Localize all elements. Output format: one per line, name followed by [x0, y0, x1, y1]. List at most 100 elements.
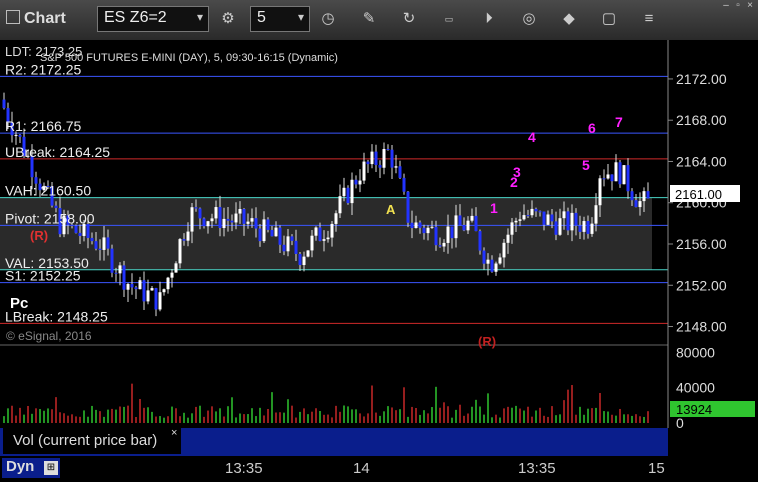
marker-label: 7: [615, 114, 623, 130]
refresh-icon[interactable]: ↻: [396, 6, 422, 32]
candle-body: [258, 228, 262, 242]
volume-study-label[interactable]: Vol (current price bar): [3, 428, 181, 454]
diamond-icon[interactable]: ◆: [556, 6, 582, 32]
candle-body: [638, 201, 642, 208]
candle-body: [614, 162, 618, 182]
candle-body: [186, 231, 190, 241]
candle-body: [450, 226, 454, 239]
dynamic-label: Dyn: [6, 458, 35, 475]
volume-tick-label: 0: [676, 415, 684, 431]
comment-icon[interactable]: ▢: [596, 6, 622, 32]
level-label: VAH: 2160.50: [5, 183, 91, 199]
close-icon[interactable]: ×: [744, 1, 756, 11]
candle-body: [210, 218, 214, 222]
value-area-band: [0, 197, 652, 270]
candle-body: [482, 250, 486, 264]
candle-body: [282, 244, 286, 252]
candle-body: [150, 288, 154, 291]
candle-body: [610, 174, 614, 182]
level-label: R1: 2166.75: [5, 118, 81, 134]
marker-label: A: [386, 202, 396, 217]
candle-body: [490, 259, 494, 272]
candle-body: [170, 272, 174, 278]
volume-tick-label: 40000: [676, 380, 715, 396]
restore-icon[interactable]: ▫: [732, 1, 744, 11]
candle-body: [522, 215, 526, 220]
price-tick-label: 2156.00: [676, 236, 727, 252]
price-tick-label: 2148.00: [676, 319, 727, 335]
candle-body: [14, 134, 18, 136]
candle-body: [122, 265, 126, 290]
chevron-down-icon[interactable]: ▾: [298, 10, 304, 24]
chevron-down-icon[interactable]: ▾: [197, 10, 203, 24]
candle-body: [294, 240, 298, 254]
candle-body: [118, 265, 122, 274]
candle-body: [298, 253, 302, 266]
lock-icon[interactable]: ⊞: [44, 461, 58, 475]
candle-body: [2, 99, 6, 109]
compass-icon[interactable]: ◎: [516, 6, 542, 32]
candle-body: [382, 149, 386, 168]
value-area: [0, 197, 652, 270]
candle-body: [434, 226, 438, 246]
candle-body: [222, 218, 226, 229]
price-chart[interactable]: 80000400000 2172.002168.002164.002160.00…: [0, 40, 758, 456]
candle-body: [570, 212, 574, 231]
candle-body: [242, 209, 246, 224]
candle-body: [498, 257, 502, 264]
level-label: UBreak: 2164.25: [5, 144, 110, 160]
marker-label: (R): [478, 334, 496, 349]
clock-icon[interactable]: ◷: [315, 6, 341, 32]
candle-body: [154, 288, 158, 310]
candle-body: [362, 161, 366, 181]
bars-icon[interactable]: ≡: [636, 6, 662, 32]
candle-body: [494, 263, 498, 272]
candle-body: [98, 248, 102, 250]
candle-body: [234, 213, 238, 223]
last-volume-label: 13924: [676, 402, 712, 417]
minimize-icon[interactable]: –: [720, 1, 732, 11]
candle-body: [138, 280, 142, 290]
chart-toolbar: Chart ES Z6=2 ▾ ⚙ 5 ▾ ◷ ✎ ↻ ▭ ⏵ ◎ ◆ ▢ ≡ – …: [0, 0, 758, 41]
candle-body: [326, 237, 330, 240]
candle-body: [250, 218, 254, 222]
candle-body: [418, 222, 422, 228]
candle-body: [466, 220, 470, 231]
candle-body: [414, 222, 418, 229]
candle-body: [386, 149, 390, 151]
candle-body: [174, 263, 178, 273]
candle-body: [586, 221, 590, 234]
get-icon[interactable]: ▭: [436, 6, 462, 32]
candle-body: [374, 151, 378, 166]
settings-icon[interactable]: ⚙: [215, 6, 241, 32]
level-label: S1: 2152.25: [5, 268, 81, 284]
play-icon[interactable]: ⏵: [476, 6, 502, 32]
candle-body: [94, 241, 98, 249]
price-tick-label: 2168.00: [676, 112, 727, 128]
interval-input[interactable]: 5 ▾: [250, 6, 310, 32]
candle-body: [54, 205, 58, 209]
candle-body: [574, 212, 578, 226]
candle-body: [318, 227, 322, 241]
candle-body: [290, 236, 294, 241]
candle-body: [506, 234, 510, 243]
candle-body: [370, 151, 374, 165]
candle-body: [550, 214, 554, 222]
dynamic-toggle[interactable]: Dyn ⊞: [2, 458, 60, 478]
candle-body: [246, 221, 250, 224]
candle-body: [554, 221, 558, 235]
candle-body: [130, 284, 134, 288]
symbol-input[interactable]: ES Z6=2 ▾: [97, 6, 209, 32]
pencil-icon[interactable]: ✎: [356, 6, 382, 32]
close-icon[interactable]: ×: [171, 427, 177, 439]
candle-body: [334, 213, 338, 224]
candle-body: [238, 209, 242, 214]
candle-body: [558, 218, 562, 235]
last-volume-badge: 13924: [670, 401, 755, 417]
candle-body: [486, 259, 490, 264]
candle-body: [398, 166, 402, 178]
candle-body: [390, 149, 394, 168]
candle-body: [590, 223, 594, 234]
price-tick-label: 2164.00: [676, 153, 727, 169]
candle-body: [166, 277, 170, 290]
